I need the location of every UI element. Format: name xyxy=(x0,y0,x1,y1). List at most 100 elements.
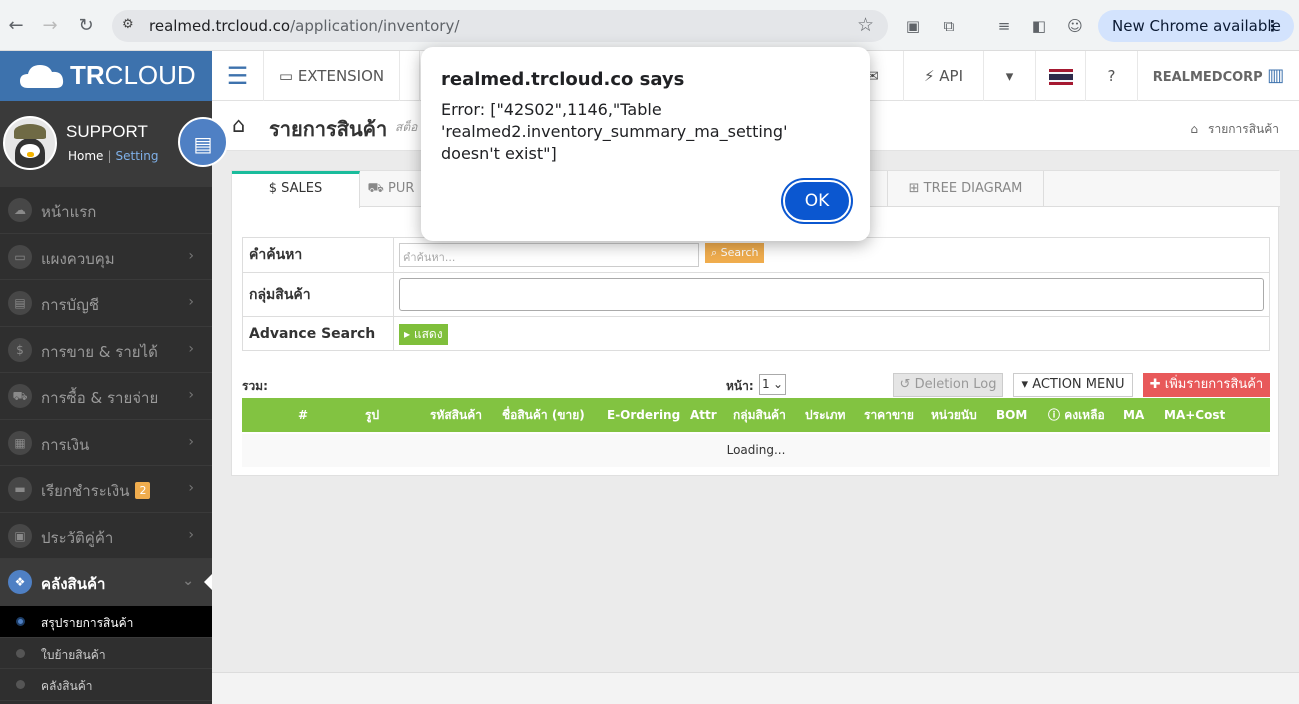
help-icon[interactable]: ? xyxy=(1086,51,1138,101)
footer-area xyxy=(212,672,1299,704)
col-price[interactable]: ราคาขาย xyxy=(864,398,914,432)
col-number[interactable]: # xyxy=(298,398,308,432)
cart-icon: ⛟ xyxy=(8,384,32,408)
col-ma[interactable]: MA xyxy=(1123,398,1144,432)
col-unit[interactable]: หน่วยนับ xyxy=(931,398,977,432)
search-button[interactable]: ⌕ Search xyxy=(705,243,765,263)
dialog-title: realmed.trcloud.co says xyxy=(441,69,685,90)
sidebar-item-inventory[interactable]: ❖ คลังสินค้า ⌄ xyxy=(0,559,212,606)
avatar[interactable] xyxy=(3,116,57,170)
action-menu-label: ACTION MENU xyxy=(1032,377,1125,392)
back-icon[interactable]: ← xyxy=(4,14,28,38)
ok-button[interactable]: OK xyxy=(783,180,851,222)
building-icon: ▥ xyxy=(1267,65,1285,86)
tab-tree-diagram[interactable]: ⊞ TREE DIAGRAM xyxy=(888,171,1044,207)
user-name: SUPPORT xyxy=(66,122,148,141)
reload-icon[interactable]: ↻ xyxy=(74,14,98,38)
col-attr[interactable]: Attr xyxy=(690,398,717,432)
breadcrumb-home-icon[interactable]: ⌂ xyxy=(1190,122,1198,136)
site-settings-icon[interactable]: ⚙ xyxy=(122,17,138,33)
sidebar-item-home[interactable]: ☁ หน้าแรก xyxy=(0,187,212,234)
action-menu-button[interactable]: ▾ ACTION MENU xyxy=(1013,373,1133,397)
sidebar-item-purchase[interactable]: ⛟ การซื้อ & รายจ่าย › xyxy=(0,373,212,420)
alert-dialog: realmed.trcloud.co says Error: ["42S02",… xyxy=(421,47,870,241)
col-image[interactable]: รูป xyxy=(365,398,379,432)
home-link[interactable]: Home xyxy=(68,149,103,163)
bookmark-star-icon[interactable]: ☆ xyxy=(857,14,874,36)
keyword-label: คำค้นหา xyxy=(243,238,394,272)
sitemap-icon: ⊞ xyxy=(908,181,924,196)
setting-link[interactable]: Setting xyxy=(115,149,158,163)
sidebar-subitem-transfer[interactable]: ใบย้ายสินค้า xyxy=(0,638,212,669)
api-button[interactable]: ⚡ API xyxy=(904,51,984,101)
plus-icon: ✚ xyxy=(1149,377,1165,392)
chevron-right-icon: › xyxy=(188,387,194,403)
media-icon[interactable]: ≡ xyxy=(993,15,1015,37)
tab-purchase[interactable]: ⛟ PUR xyxy=(360,171,422,207)
col-name[interactable]: ชื่อสินค้า (ขาย) xyxy=(502,398,585,432)
deletion-log-button[interactable]: ↺ Deletion Log xyxy=(893,373,1003,397)
col-e-ordering[interactable]: E-Ordering xyxy=(607,398,680,432)
chrome-update-button[interactable]: New Chrome available ⋮ xyxy=(1098,10,1294,42)
breadcrumb-current[interactable]: รายการสินค้า xyxy=(1208,122,1279,136)
sidebar-item-dashboard[interactable]: ▭ แผงควบคุม › xyxy=(0,234,212,280)
profile-icon[interactable]: ☺ xyxy=(1064,15,1086,37)
page-title: รายการสินค้า xyxy=(269,117,388,141)
company-label: REALMEDCORP xyxy=(1152,70,1263,85)
col-code[interactable]: รหัสสินค้า xyxy=(430,398,482,432)
extension-button[interactable]: ▭ EXTENSION xyxy=(264,51,400,101)
caret-down-icon[interactable]: ▾ xyxy=(984,51,1036,101)
add-item-button[interactable]: ✚ เพิ่มรายการสินค้า xyxy=(1143,373,1270,397)
calendar-icon: ▦ xyxy=(8,430,32,455)
tab-label: SALES xyxy=(281,181,323,196)
cloud-logo-icon xyxy=(20,65,64,88)
show-label: แสดง xyxy=(413,327,443,341)
side-panel-icon[interactable]: ◧ xyxy=(1028,15,1050,37)
bullet-icon xyxy=(16,648,25,658)
sidebar-item-billing[interactable]: ▬ เรียกชำระเงิน 2 › xyxy=(0,466,212,513)
group-select[interactable] xyxy=(399,278,1264,311)
book-icon[interactable]: ▤ xyxy=(178,117,228,167)
sidebar-item-finance[interactable]: ▦ การเงิน › xyxy=(0,420,212,466)
plug-icon: ⚡ xyxy=(923,67,940,85)
cubes-icon: ❖ xyxy=(8,570,32,594)
search-row-keyword: คำค้นหา คำค้นหา... ⌕ Search xyxy=(243,238,1269,273)
home-icon[interactable]: ⌂ xyxy=(232,113,245,137)
monitor-icon: ▭ xyxy=(278,67,298,85)
contact-icon: ▣ xyxy=(8,523,32,548)
more-icon: ⋮ xyxy=(1265,17,1280,35)
menu-toggle-icon[interactable]: ☰ xyxy=(212,51,264,101)
search-input[interactable]: คำค้นหา... xyxy=(399,243,699,267)
col-remaining-label: คงเหลือ xyxy=(1064,408,1105,422)
address-bar[interactable]: ⚙ realmed.trcloud.co/application/invento… xyxy=(112,10,888,42)
forward-icon[interactable]: → xyxy=(38,14,62,38)
puzzle-icon[interactable]: ⧉ xyxy=(938,15,960,37)
tab-sales[interactable]: $ SALES xyxy=(232,171,360,208)
book-icon: ▤ xyxy=(8,291,32,315)
page-select[interactable]: 1 ⌄ xyxy=(759,374,786,395)
show-advance-button[interactable]: ▸ แสดง xyxy=(399,324,448,345)
sidebar-subitem-warehouse[interactable]: คลังสินค้า xyxy=(0,669,212,701)
thai-flag-icon[interactable] xyxy=(1036,51,1086,101)
sidebar-subitem-label: คลังสินค้า xyxy=(41,679,93,693)
page-label: หน้า: xyxy=(726,379,754,393)
chevron-down-icon: ⌄ xyxy=(772,377,783,391)
sidebar-item-sales[interactable]: $ การขาย & รายได้ › xyxy=(0,327,212,373)
dollar-icon: $ xyxy=(8,337,32,362)
sidebar-item-accounting[interactable]: ▤ การบัญชี › xyxy=(0,280,212,327)
sidebar-subitem-summary[interactable]: สรุปรายการสินค้า xyxy=(0,606,212,638)
col-remaining[interactable]: ⓘ คงเหลือ xyxy=(1048,398,1105,432)
col-bom[interactable]: BOM xyxy=(996,398,1027,432)
group-label: กลุ่มสินค้า xyxy=(243,273,394,316)
monitor-icon: ▭ xyxy=(8,244,32,269)
sidebar-item-contacts[interactable]: ▣ ประวัติคู่ค้า › xyxy=(0,513,212,559)
count-badge: 2 xyxy=(135,482,151,499)
col-group[interactable]: กลุ่มสินค้า xyxy=(733,398,786,432)
brand-logo[interactable]: TRCLOUD xyxy=(0,51,212,101)
caret-down-icon: ▾ xyxy=(1021,377,1033,392)
company-button[interactable]: REALMEDCORP ▥ xyxy=(1138,51,1299,101)
page-subtitle: สต็อ xyxy=(395,120,418,134)
line-extension-icon[interactable]: ▣ xyxy=(902,15,924,37)
col-ma-cost[interactable]: MA+Cost xyxy=(1164,398,1225,432)
col-type[interactable]: ประเภท xyxy=(805,398,845,432)
